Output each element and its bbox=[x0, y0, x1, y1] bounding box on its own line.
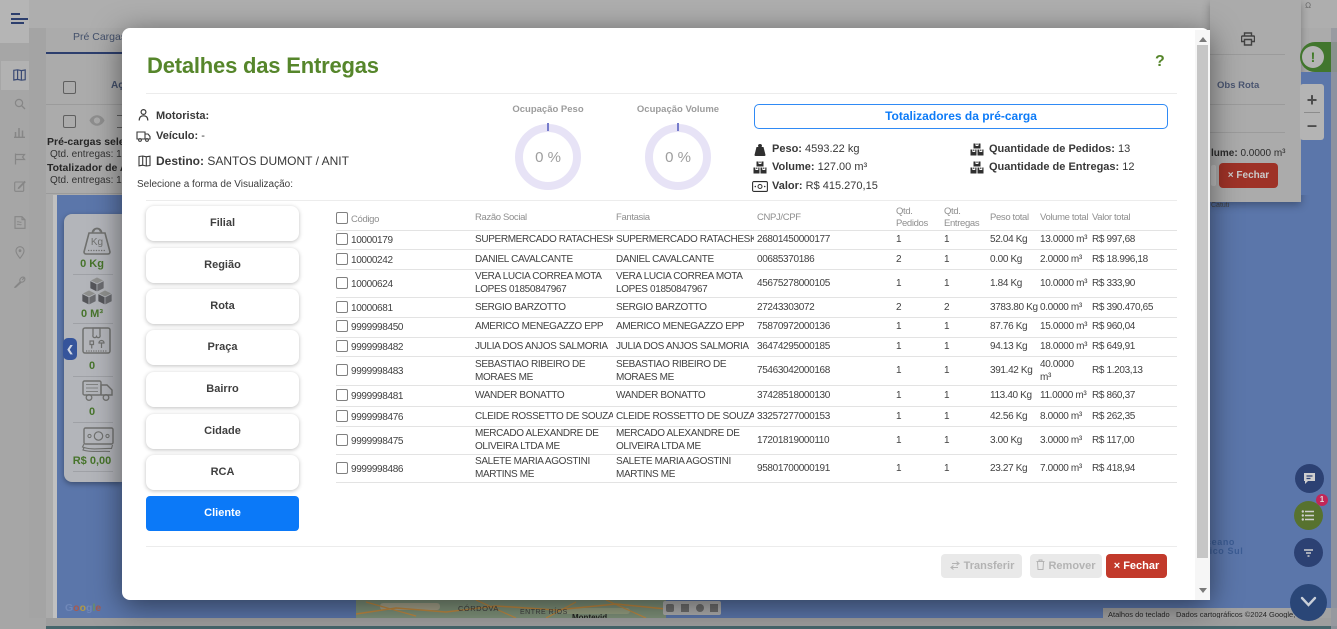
svg-text:Kg: Kg bbox=[91, 237, 103, 248]
